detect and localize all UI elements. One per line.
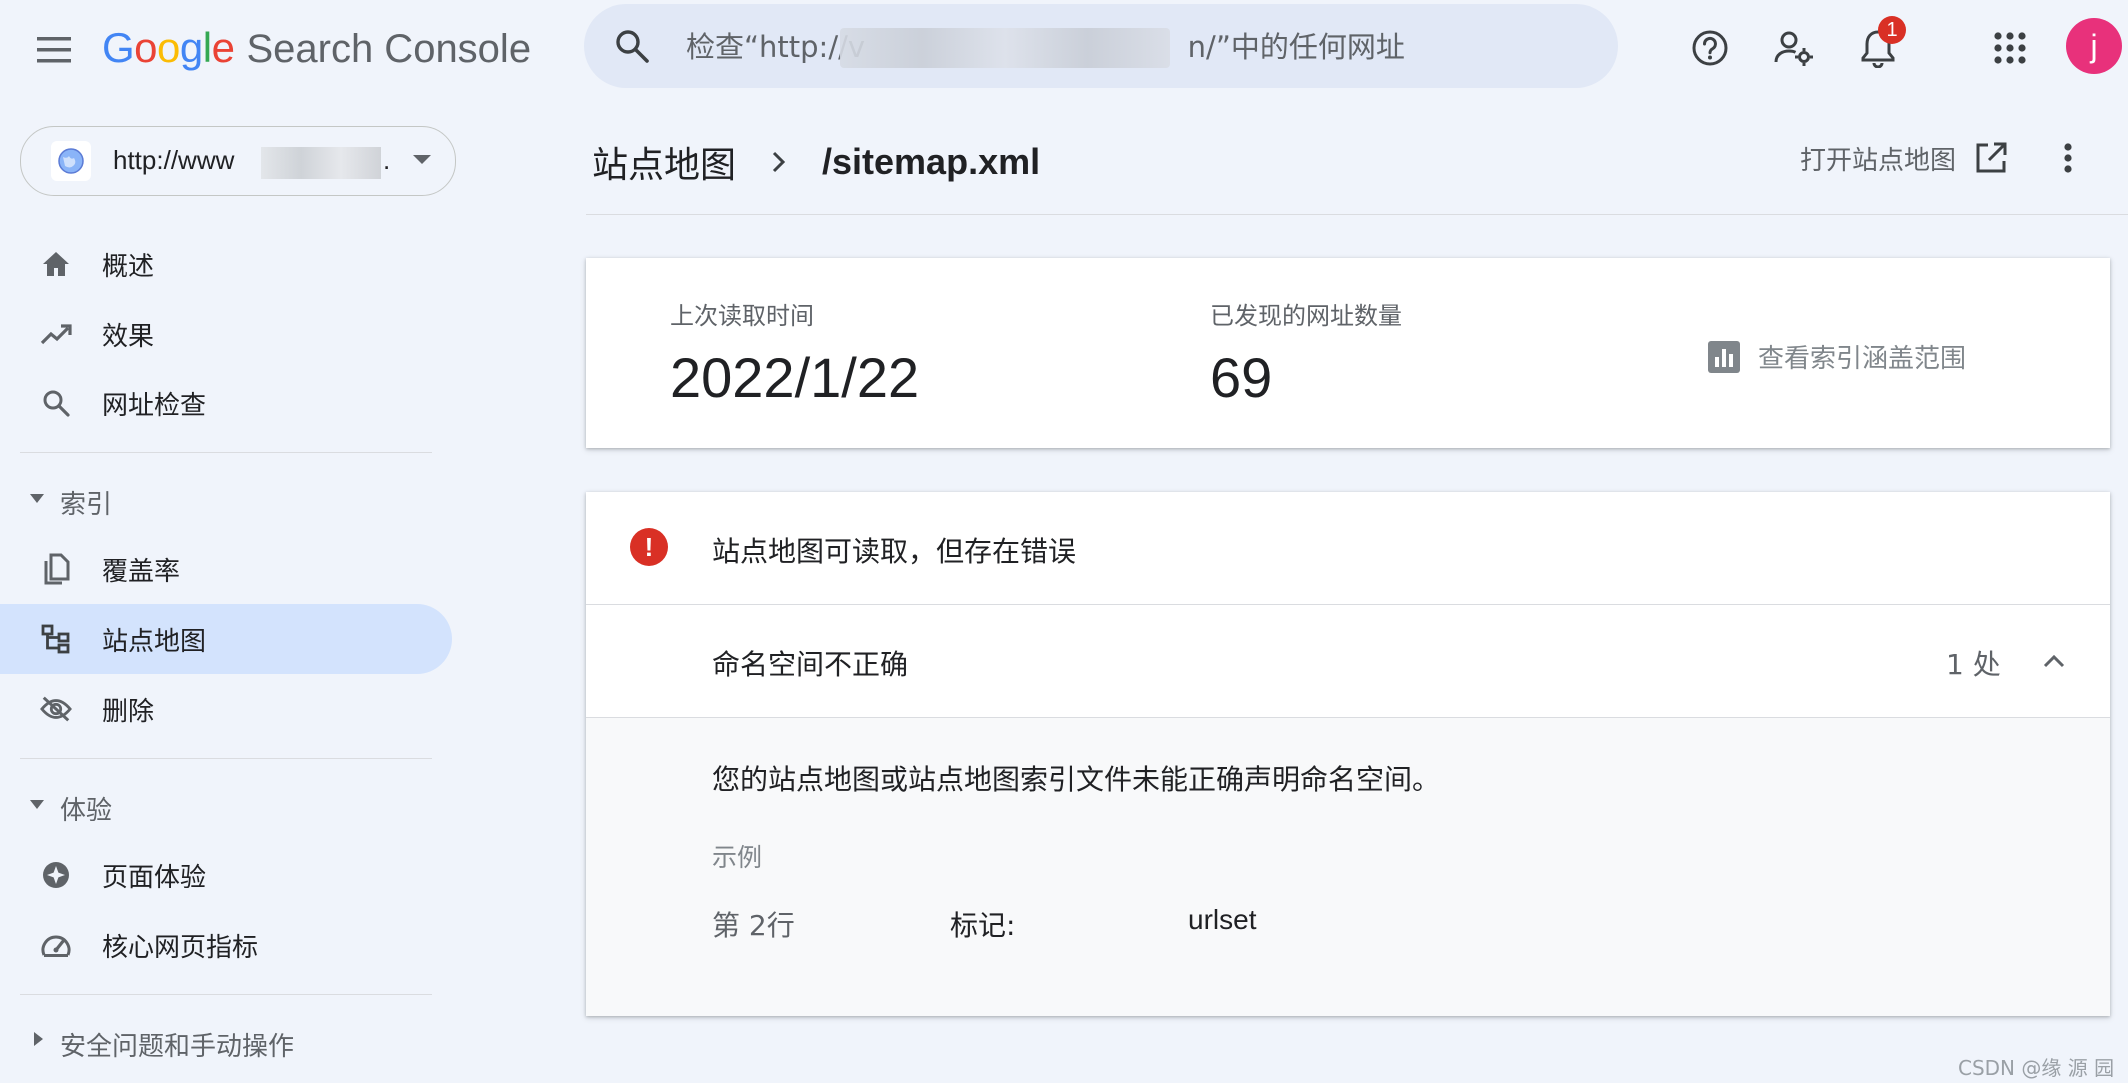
sidebar-section-index[interactable]: 索引 <box>0 470 452 530</box>
redacted-property-blur <box>261 147 381 179</box>
example-tag-value: urlset <box>1188 904 1257 935</box>
sidebar-item-label: 站点地图 <box>102 626 207 657</box>
header-divider <box>586 214 2128 215</box>
sidebar-item-label: 网址检查 <box>102 390 207 421</box>
sitemap-icon <box>40 623 72 655</box>
sitemap-stats-card: 上次读取时间 2022/1/22 已发现的网址数量 69 查看索引涵盖范围 <box>586 258 2110 448</box>
collapsed-arrow-icon <box>34 1032 43 1046</box>
sidebar-section-experience[interactable]: 体验 <box>0 776 452 836</box>
breadcrumb: 站点地图 /sitemap.xml <box>592 132 1040 192</box>
copy-pages-icon <box>40 553 72 585</box>
main-menu-icon[interactable] <box>30 26 78 74</box>
chevron-up-icon[interactable] <box>2034 641 2074 681</box>
last-read-label: 上次读取时间 <box>670 302 814 330</box>
section-label: 安全问题和手动操作 <box>60 1032 295 1062</box>
google-wordmark: Google <box>102 24 235 71</box>
section-label: 索引 <box>60 490 113 520</box>
sidebar-item-url-inspection[interactable]: 网址检查 <box>0 368 452 438</box>
last-read-stat: 上次读取时间 2022/1/22 <box>670 296 919 410</box>
top-app-bar: Google Search Console 1 j <box>0 0 2128 100</box>
sidebar-item-removals[interactable]: 删除 <box>0 674 452 744</box>
sidebar-divider <box>20 452 432 453</box>
expand-arrow-icon <box>30 494 44 503</box>
issue-name: 命名空间不正确 <box>712 648 909 681</box>
product-name: Search Console <box>246 27 532 71</box>
property-url-suffix: . <box>383 145 391 175</box>
sidebar-divider <box>20 994 432 995</box>
open-in-new-icon <box>1976 142 2007 173</box>
chevron-right-icon <box>764 147 794 177</box>
notification-badge: 1 <box>1878 16 1906 44</box>
error-header: ! 站点地图可读取，但存在错误 <box>586 492 2110 605</box>
apps-grid-icon[interactable] <box>1986 24 2034 72</box>
notifications-icon[interactable]: 1 <box>1854 16 1906 72</box>
sidebar-item-label: 效果 <box>102 321 155 352</box>
breadcrumb-sitemaps-link[interactable]: 站点地图 <box>592 136 736 188</box>
sidebar-item-label: 页面体验 <box>102 862 207 893</box>
sidebar-item-label: 核心网页指标 <box>102 932 259 963</box>
sidebar-item-overview[interactable]: 概述 <box>0 229 452 299</box>
search-console-logo[interactable]: Google Search Console <box>102 24 531 76</box>
issue-count: 1 处 <box>1946 648 2001 681</box>
expand-arrow-icon <box>30 800 44 809</box>
search-icon <box>40 387 72 419</box>
more-options-icon[interactable] <box>2050 138 2086 178</box>
home-icon <box>40 248 72 280</box>
open-sitemap-button[interactable]: 打开站点地图 <box>1800 138 2008 178</box>
error-title: 站点地图可读取，但存在错误 <box>712 535 1077 568</box>
view-index-coverage-link[interactable]: 查看索引涵盖范围 <box>1708 338 1966 375</box>
sidebar-section-security[interactable]: 安全问题和手动操作 <box>0 1012 452 1072</box>
help-icon[interactable] <box>1686 24 1734 72</box>
bar-chart-icon <box>1708 340 1740 373</box>
sidebar-item-coverage[interactable]: 覆盖率 <box>0 534 452 604</box>
globe-icon <box>51 141 91 181</box>
sidebar-item-label: 概述 <box>102 251 155 282</box>
sidebar-divider <box>20 758 432 759</box>
last-read-value: 2022/1/22 <box>670 346 920 409</box>
sidebar-item-sitemaps[interactable]: 站点地图 <box>0 604 452 674</box>
error-icon: ! <box>630 528 668 566</box>
url-inspection-search[interactable] <box>584 4 1618 90</box>
issue-description: 您的站点地图或站点地图索引文件未能正确声明命名空间。 <box>712 763 1441 796</box>
discovered-urls-stat: 已发现的网址数量 69 <box>1210 296 1402 410</box>
sidebar-item-label: 覆盖率 <box>102 556 181 587</box>
example-line-number: 第 2行 <box>712 909 795 942</box>
sitemap-error-card: ! 站点地图可读取，但存在错误 命名空间不正确 1 处 您的站点地图或站点地图索… <box>586 492 2110 1016</box>
visibility-off-icon <box>40 693 72 725</box>
speedometer-icon <box>40 929 72 961</box>
trending-up-icon <box>40 318 72 350</box>
page-title: /sitemap.xml <box>822 141 1041 182</box>
search-icon <box>616 30 649 63</box>
sidebar-item-performance[interactable]: 效果 <box>0 299 452 369</box>
property-selector[interactable]: http://www . <box>20 126 456 196</box>
sidebar-item-core-web-vitals[interactable]: 核心网页指标 <box>0 910 452 980</box>
redacted-url-blur <box>840 28 1170 68</box>
sidebar-item-label: 删除 <box>102 696 155 727</box>
sidebar-item-page-experience[interactable]: 页面体验 <box>0 840 452 910</box>
manage-users-icon[interactable] <box>1770 24 1818 72</box>
issue-row[interactable]: 命名空间不正确 1 处 <box>586 605 2110 718</box>
view-index-coverage-label: 查看索引涵盖范围 <box>1758 344 1967 374</box>
discovered-urls-label: 已发现的网址数量 <box>1210 302 1402 330</box>
page-experience-icon <box>40 859 72 891</box>
property-url: http://www <box>113 145 235 175</box>
dropdown-caret-icon <box>413 155 431 164</box>
discovered-urls-value: 69 <box>1210 346 1273 409</box>
issue-detail-panel: 您的站点地图或站点地图索引文件未能正确声明命名空间。 示例 第 2行 标记: u… <box>586 718 2110 1016</box>
watermark: CSDN @缘 源 园 <box>1958 1056 2115 1080</box>
example-label: 示例 <box>712 843 763 872</box>
account-avatar[interactable]: j <box>2066 18 2122 74</box>
open-sitemap-label: 打开站点地图 <box>1800 145 1957 176</box>
example-tag-label: 标记: <box>950 909 1016 942</box>
section-label: 体验 <box>60 796 113 826</box>
